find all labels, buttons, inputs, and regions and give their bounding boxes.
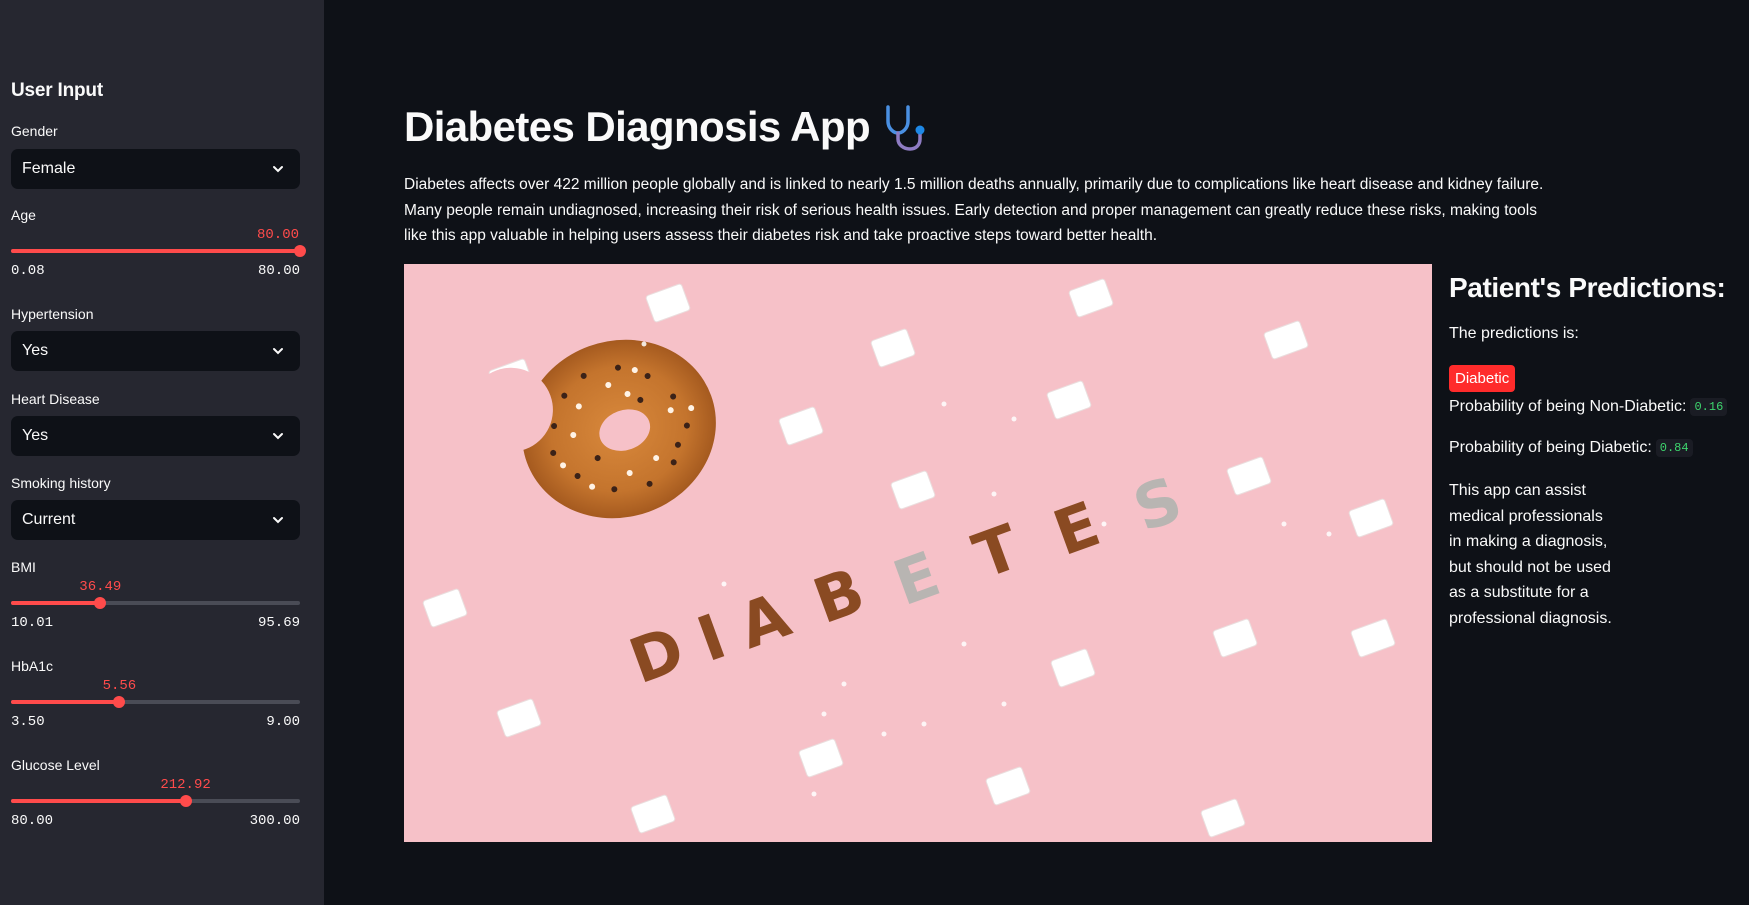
glucose-level-slider[interactable]: 212.92 80.00 300.00 (11, 777, 300, 837)
app-description: Diabetes affects over 422 million people… (404, 176, 1544, 244)
heart-disease-select-value: Yes (22, 427, 49, 444)
bmi-slider-max: 95.69 (257, 615, 300, 631)
gender-label: Gender (11, 123, 58, 139)
page-title: Diabetes Diagnosis App (404, 103, 928, 151)
stethoscope-icon (886, 105, 925, 151)
chevron-down-icon (273, 348, 283, 355)
hypertension-label: Hypertension (11, 306, 94, 322)
chevron-down-icon (273, 517, 283, 524)
smoking-history-select-value: Current (22, 511, 76, 528)
predictions-intro: The predictions is: (1449, 325, 1579, 342)
heart-disease-select[interactable]: Yes (11, 416, 300, 456)
bmi-slider[interactable]: 36.49 10.01 95.69 (11, 579, 300, 639)
smoking-history-label: Smoking history (11, 475, 111, 491)
glucose-slider-value: 212.92 (160, 777, 211, 793)
disclaimer-note: This app can assist medical professional… (1449, 482, 1612, 627)
glucose-slider-thumb[interactable] (179, 795, 192, 807)
diabetic-probability-label: Probability of being Diabetic: (1449, 439, 1652, 456)
non-diabetic-probability: Probability of being Non-Diabetic: 0.16 (1449, 398, 1728, 416)
age-slider-max: 80.00 (257, 263, 300, 279)
prediction-result-badge: Diabetic (1449, 365, 1516, 392)
non-diabetic-probability-label: Probability of being Non-Diabetic: (1449, 398, 1687, 415)
diabetes-hero-image: D I A B E T E S (404, 264, 1432, 842)
sidebar: User Input Gender Female Age 80.00 0.08 … (0, 0, 324, 905)
diabetic-probability: Probability of being Diabetic: 0.84 (1449, 439, 1693, 457)
chevron-down-icon (273, 433, 283, 440)
heart-disease-label: Heart Disease (11, 391, 100, 407)
age-slider-fill (11, 249, 300, 253)
age-slider-value: 80.00 (256, 227, 300, 243)
hba1c-slider[interactable]: 5.56 3.50 9.00 (11, 678, 300, 738)
gender-select[interactable]: Female (11, 149, 300, 189)
bmi-slider-min: 10.01 (11, 615, 54, 631)
hypertension-select-value: Yes (22, 342, 49, 359)
glucose-slider-min: 80.00 (11, 813, 54, 829)
hba1c-label: HbA1c (11, 658, 54, 674)
bmi-slider-fill (11, 601, 101, 605)
hypertension-select[interactable]: Yes (11, 331, 300, 371)
hba1c-slider-min: 3.50 (11, 714, 45, 730)
hba1c-slider-value: 5.56 (102, 678, 137, 694)
bmi-label: BMI (11, 559, 36, 575)
diabetic-probability-value: 0.84 (1655, 439, 1693, 457)
hba1c-slider-max: 9.00 (266, 714, 300, 730)
sidebar-title: User Input (11, 80, 103, 101)
bmi-slider-value: 36.49 (79, 579, 122, 595)
predictions-title: Patient's Predictions: (1449, 272, 1726, 303)
age-slider-thumb[interactable] (294, 245, 306, 257)
hba1c-slider-fill (11, 700, 120, 704)
glucose-slider-max: 300.00 (249, 813, 300, 829)
glucose-slider-fill (11, 799, 186, 803)
gender-select-value: Female (22, 160, 76, 177)
age-label: Age (11, 207, 36, 223)
chevron-down-icon (273, 166, 283, 173)
age-slider[interactable]: 80.00 0.08 80.00 (11, 227, 306, 287)
non-diabetic-probability-value: 0.16 (1690, 398, 1728, 416)
hero-illustration: D I A B E T E S (404, 264, 1432, 842)
hba1c-slider-thumb[interactable] (113, 696, 126, 708)
smoking-history-select[interactable]: Current (11, 500, 300, 540)
bmi-slider-thumb[interactable] (94, 597, 107, 609)
page-title-text: Diabetes Diagnosis App (404, 103, 871, 150)
age-slider-min: 0.08 (11, 263, 45, 279)
glucose-level-label: Glucose Level (11, 757, 100, 773)
